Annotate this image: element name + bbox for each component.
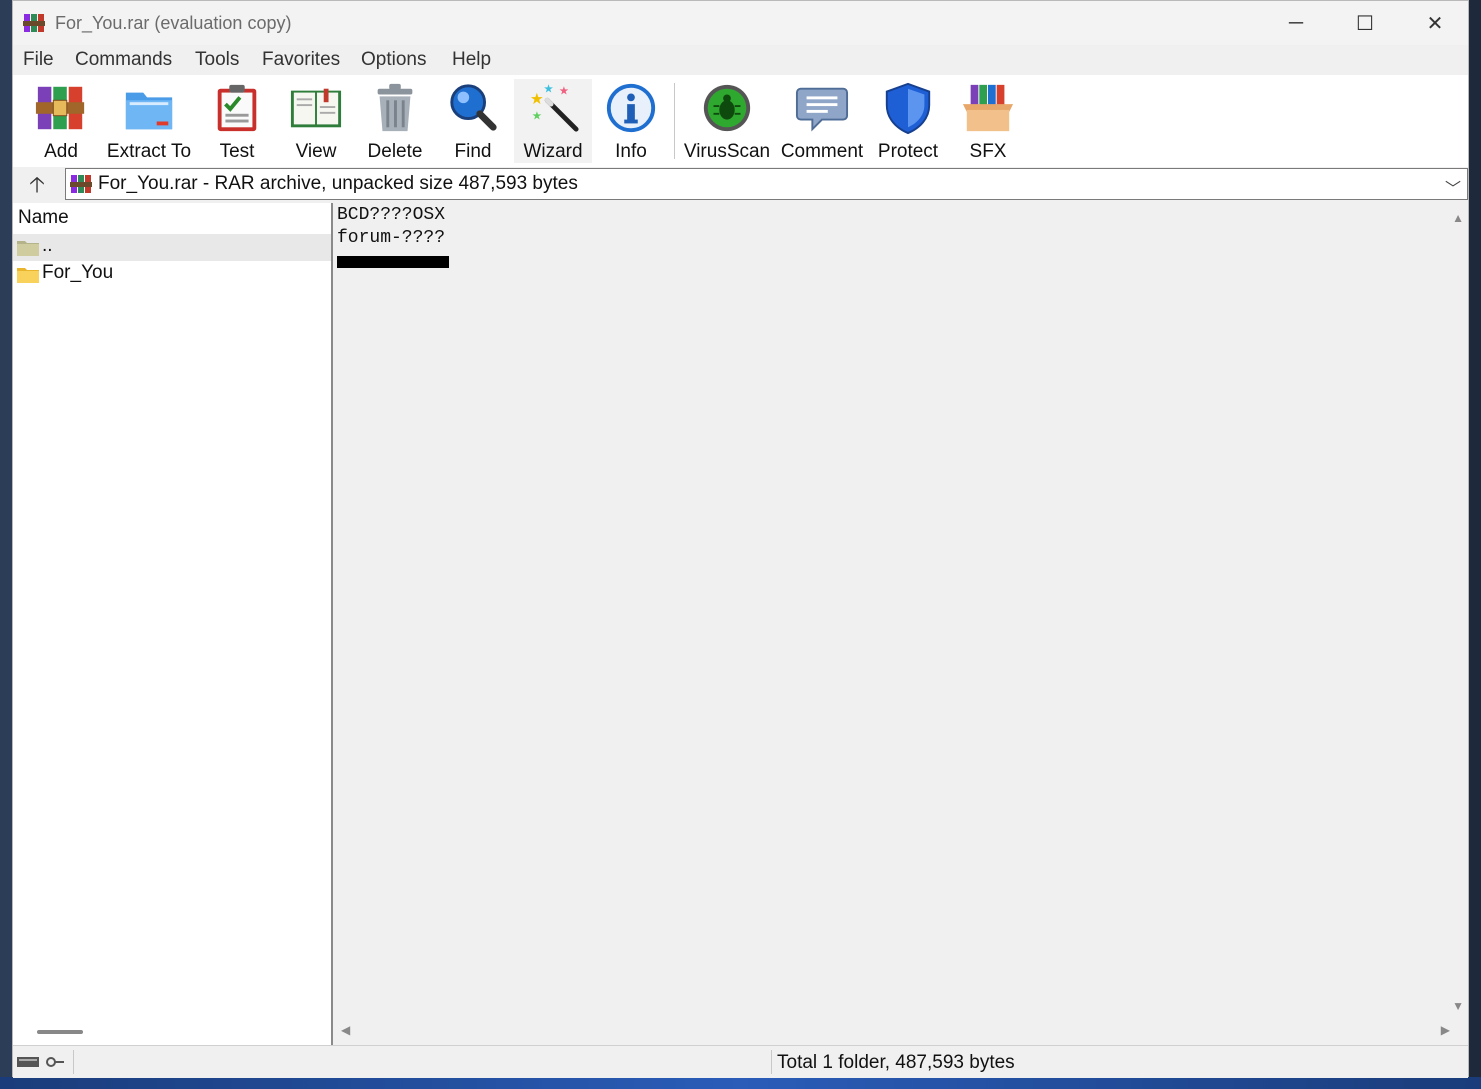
- sfx-box-icon: [962, 84, 1014, 132]
- scroll-left-arrow[interactable]: ◀: [341, 1023, 350, 1037]
- parent-folder-icon: [17, 241, 39, 256]
- horizontal-scrollbar-thumb[interactable]: [37, 1030, 83, 1034]
- magic-wand-icon: ★ ★ ★ ★: [530, 84, 579, 132]
- winrar-window: For_You.rar (evaluation copy) ─ ☐ ✕ File…: [12, 0, 1469, 1078]
- svg-text:★: ★: [543, 84, 553, 96]
- scroll-right-arrow[interactable]: ▶: [1441, 1023, 1450, 1037]
- extract-to-label: Extract To: [106, 141, 192, 162]
- virusscan-button[interactable]: VirusScan: [683, 79, 771, 163]
- virus-scan-icon: [703, 84, 751, 132]
- delete-button[interactable]: Delete: [365, 79, 425, 163]
- comment-line-2: forum-????: [337, 228, 446, 248]
- wizard-button[interactable]: ★ ★ ★ ★ Wizard: [514, 79, 592, 163]
- file-row-name: For_You: [42, 262, 114, 283]
- menu-bar: File Commands Tools Favorites Options He…: [13, 45, 1468, 75]
- status-separator: [73, 1050, 74, 1074]
- menu-file[interactable]: File: [23, 49, 54, 71]
- archive-path-text: For_You.rar - RAR archive, unpacked size…: [98, 173, 578, 194]
- comment-bubble-icon: [795, 87, 849, 132]
- menu-options[interactable]: Options: [361, 49, 426, 71]
- protect-label: Protect: [877, 141, 939, 162]
- magnifier-icon: [450, 84, 497, 131]
- desktop-background-right: [1469, 0, 1481, 1089]
- archive-comment-pane: BCD????OSX forum-???? ▲ ▼ ◀ ▶: [333, 203, 1468, 1045]
- view-label: View: [295, 141, 337, 162]
- archive-path-combobox[interactable]: For_You.rar - RAR archive, unpacked size…: [65, 168, 1468, 200]
- file-row-for-you[interactable]: For_You: [13, 261, 331, 288]
- chevron-down-icon[interactable]: ﹀: [1445, 175, 1461, 199]
- status-bar: Total 1 folder, 487,593 bytes: [13, 1045, 1468, 1078]
- address-bar: 🡡 For_You.rar - RAR archive, unpacked si…: [13, 167, 1468, 203]
- extract-folder-icon: [125, 92, 173, 130]
- name-column-header[interactable]: Name: [13, 203, 331, 233]
- add-button[interactable]: Add: [33, 79, 89, 163]
- scroll-down-arrow[interactable]: ▼: [1452, 999, 1464, 1013]
- status-total-text: Total 1 folder, 487,593 bytes: [777, 1052, 1015, 1073]
- title-bar: For_You.rar (evaluation copy) ─ ☐ ✕: [13, 1, 1468, 45]
- shield-icon: [885, 82, 931, 135]
- add-archive-icon: [35, 86, 85, 130]
- view-book-icon: [290, 88, 342, 128]
- test-clipboard-icon: [217, 84, 257, 132]
- menu-help[interactable]: Help: [452, 49, 491, 71]
- add-label: Add: [44, 141, 78, 162]
- trash-can-icon: [377, 83, 413, 132]
- folder-icon: [17, 268, 39, 283]
- redacted-bar: [337, 256, 449, 268]
- menu-commands[interactable]: Commands: [75, 49, 172, 71]
- comment-line-1: BCD????OSX: [337, 205, 446, 225]
- file-list-pane: Name .. For_You: [13, 203, 333, 1045]
- scroll-up-arrow[interactable]: ▲: [1452, 211, 1464, 225]
- file-row-parent[interactable]: ..: [13, 234, 331, 261]
- rar-archive-icon: [70, 175, 92, 193]
- delete-label: Delete: [367, 141, 423, 162]
- find-button[interactable]: Find: [445, 79, 501, 163]
- extract-to-button[interactable]: Extract To: [105, 79, 193, 163]
- comment-label: Comment: [780, 141, 864, 162]
- svg-text:★: ★: [530, 91, 544, 108]
- protect-button[interactable]: Protect: [877, 79, 939, 163]
- minimize-button[interactable]: ─: [1261, 1, 1331, 45]
- menu-tools[interactable]: Tools: [195, 49, 239, 71]
- name-column-label: Name: [18, 207, 69, 228]
- info-label: Info: [615, 141, 647, 162]
- status-separator: [771, 1050, 772, 1074]
- window-title: For_You.rar (evaluation copy): [55, 13, 292, 33]
- winrar-app-icon: [23, 14, 45, 32]
- desktop-background-left: [0, 0, 12, 1089]
- find-label: Find: [454, 141, 492, 162]
- drive-key-icon: [17, 1057, 64, 1067]
- maximize-button[interactable]: ☐: [1330, 1, 1400, 45]
- test-label: Test: [219, 141, 255, 162]
- info-icon: [606, 83, 656, 133]
- toolbar-separator: [674, 83, 675, 159]
- menu-favorites[interactable]: Favorites: [262, 49, 340, 71]
- wizard-label: Wizard: [523, 141, 583, 162]
- close-button[interactable]: ✕: [1400, 1, 1470, 45]
- sfx-button[interactable]: SFX: [957, 79, 1019, 163]
- svg-text:★: ★: [532, 111, 542, 123]
- sfx-label: SFX: [969, 141, 1007, 162]
- virusscan-label: VirusScan: [683, 141, 771, 162]
- up-one-level-button[interactable]: 🡡: [23, 171, 51, 199]
- toolbar: Add Extract To Test View Delete Find ★ ★…: [13, 75, 1468, 168]
- taskbar: [0, 1077, 1481, 1089]
- svg-text:★: ★: [559, 86, 569, 98]
- view-button[interactable]: View: [285, 79, 347, 163]
- comment-button[interactable]: Comment: [779, 79, 865, 163]
- info-button[interactable]: Info: [603, 79, 659, 163]
- file-row-name: ..: [42, 235, 53, 256]
- test-button[interactable]: Test: [209, 79, 265, 163]
